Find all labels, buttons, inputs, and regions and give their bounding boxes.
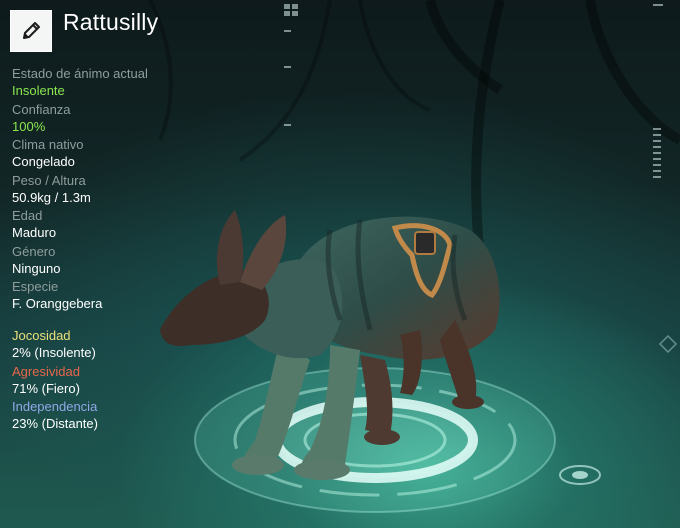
trait-label: Jocosidad — [12, 328, 71, 343]
stat-label: Peso / Altura — [12, 172, 86, 188]
trait-label: Independencia — [12, 399, 98, 414]
trait-value: 23% (Distante) — [12, 416, 98, 431]
trait-row: Jocosidad 2% (Insolente) — [12, 328, 212, 364]
stat-row: Peso / Altura 50.9kg / 1.3m — [12, 173, 202, 209]
stat-row: Edad Maduro — [12, 208, 202, 244]
stat-value: Maduro — [12, 225, 57, 240]
trait-label: Agresividad — [12, 363, 80, 379]
trait-value: 2% (Insolente) — [12, 345, 96, 360]
stat-row: Estado de ánimo actual Insolente — [12, 66, 202, 102]
traits-list: Jocosidad 2% (Insolente) Agresividad 71% (F… — [12, 328, 212, 435]
stat-label: Género — [12, 243, 56, 259]
stat-value: 50.9kg / 1.3m — [12, 189, 91, 205]
stat-label: Clima nativo — [12, 137, 84, 152]
pencil-icon — [23, 22, 40, 39]
stat-value: F. Oranggebera — [12, 296, 103, 311]
trait-row: Independencia 23% (Distante) — [12, 399, 212, 435]
stat-value: 100% — [12, 118, 46, 134]
stat-label: Confianza — [12, 101, 71, 117]
stat-value: Congelado — [12, 154, 75, 169]
stat-label: Edad — [12, 208, 43, 223]
stat-label: Estado de ánimo actual — [12, 66, 148, 81]
stat-row: Especie F. Oranggebera — [12, 279, 202, 315]
trait-row: Agresividad 71% (Fiero) — [12, 364, 212, 400]
stat-value: Insolente — [12, 83, 65, 98]
stat-value: Ninguno — [12, 260, 61, 276]
stat-row: Género Ninguno — [12, 244, 202, 280]
creature-name: Rattusilly — [63, 9, 159, 35]
edit-name-button[interactable] — [10, 10, 52, 52]
stat-row: Clima nativo Congelado — [12, 137, 202, 173]
stat-row: Confianza 100% — [12, 102, 202, 138]
trait-value: 71% (Fiero) — [12, 380, 80, 396]
stats-list: Estado de ánimo actual Insolente Confianza… — [12, 66, 202, 315]
stat-label: Especie — [12, 279, 59, 294]
